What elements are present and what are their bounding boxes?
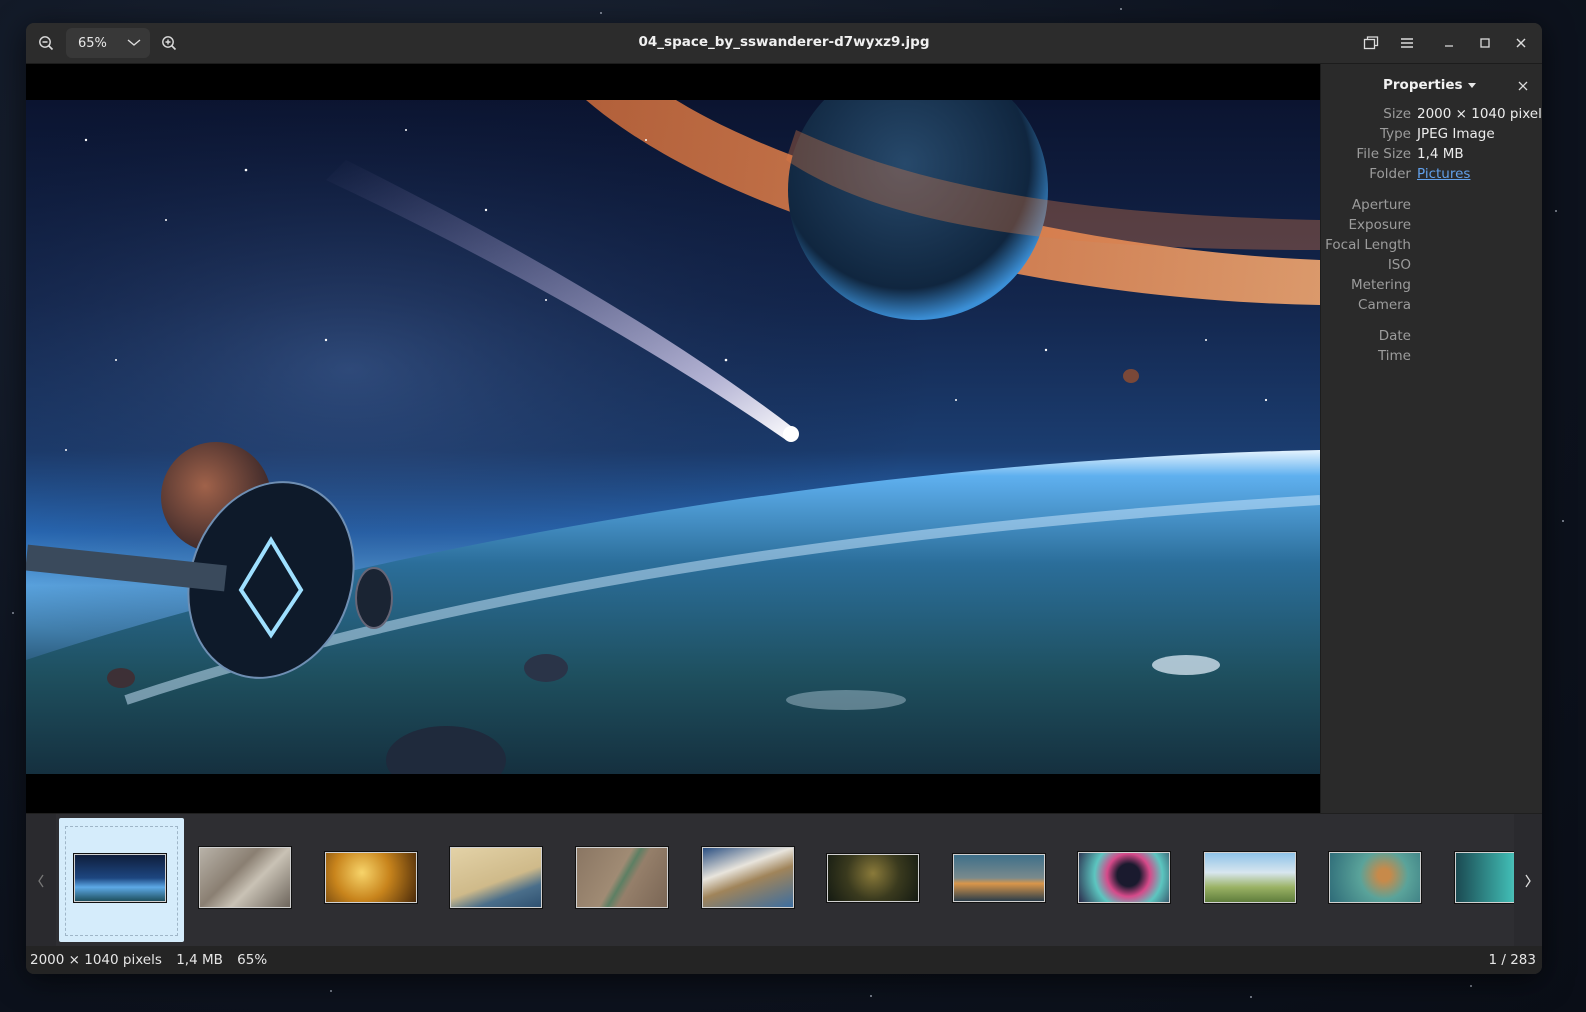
close-icon bbox=[1518, 81, 1528, 91]
minimize-icon bbox=[1445, 45, 1453, 47]
thumbnail-fantasy-meadow[interactable] bbox=[1204, 852, 1296, 903]
properties-title[interactable]: Properties bbox=[1383, 77, 1463, 93]
prop-row-camera: Camera bbox=[1321, 297, 1542, 317]
prop-row-aperture: Aperture bbox=[1321, 197, 1542, 217]
prop-value: 2000 × 1040 pixels bbox=[1417, 106, 1542, 122]
minimize-button[interactable] bbox=[1433, 28, 1465, 58]
zoom-in-button[interactable] bbox=[153, 28, 185, 58]
chevron-left-icon bbox=[38, 874, 44, 887]
thumbnail-dark-creature[interactable] bbox=[827, 854, 919, 902]
thumbnail-space-station[interactable] bbox=[74, 854, 166, 902]
zoom-level-input[interactable] bbox=[66, 35, 118, 51]
zoom-out-button[interactable] bbox=[30, 28, 62, 58]
chevron-down-icon bbox=[127, 39, 141, 46]
gallery-icon bbox=[1363, 36, 1379, 50]
prop-row-type: Type JPEG Image bbox=[1321, 126, 1542, 146]
prop-row-date: Date bbox=[1321, 328, 1542, 348]
prop-value: JPEG Image bbox=[1417, 126, 1495, 142]
prop-key: Camera bbox=[1358, 297, 1411, 313]
thumbnail-snowy-mountains[interactable] bbox=[702, 847, 794, 908]
image-position-counter: 1 / 283 bbox=[1488, 952, 1537, 968]
thumbnail-fire-forest[interactable] bbox=[325, 852, 417, 903]
header-bar: 04_space_by_sswanderer-d7wyxz9.jpg bbox=[26, 23, 1542, 64]
main-menu-button[interactable] bbox=[1391, 28, 1423, 58]
prop-row-metering: Metering bbox=[1321, 277, 1542, 297]
image-canvas[interactable] bbox=[26, 64, 1320, 813]
prop-key: Metering bbox=[1351, 277, 1411, 293]
thumbnail-strip bbox=[26, 813, 1542, 947]
prop-row-exposure: Exposure bbox=[1321, 217, 1542, 237]
thumbnail-sunset-landscape[interactable] bbox=[953, 854, 1045, 902]
prop-key: Exposure bbox=[1348, 217, 1412, 233]
prop-row-size: Size 2000 × 1040 pixels bbox=[1321, 106, 1542, 126]
thumbnail-colorful-planet[interactable] bbox=[1078, 852, 1170, 903]
status-dimensions: 2000 × 1040 pixels bbox=[30, 952, 162, 968]
hamburger-menu-icon bbox=[1401, 38, 1413, 48]
prop-key: Folder bbox=[1369, 166, 1411, 182]
zoom-out-icon bbox=[39, 36, 54, 51]
status-file-size: 1,4 MB bbox=[176, 952, 223, 968]
folder-link[interactable]: Pictures bbox=[1417, 166, 1470, 182]
window-title: 04_space_by_sswanderer-d7wyxz9.jpg bbox=[638, 34, 930, 50]
thumbnail-rocky-terrain[interactable] bbox=[199, 847, 291, 908]
zoom-dropdown-button[interactable] bbox=[122, 28, 146, 58]
close-icon bbox=[1516, 38, 1526, 48]
caret-down-icon[interactable] bbox=[1467, 82, 1477, 89]
gallery-button[interactable] bbox=[1355, 28, 1387, 58]
zoom-in-icon bbox=[162, 36, 177, 51]
prop-row-time: Time bbox=[1321, 348, 1542, 368]
prop-row-folder: Folder Pictures bbox=[1321, 166, 1542, 186]
displayed-image bbox=[26, 100, 1320, 774]
zoom-combo bbox=[66, 28, 150, 58]
maximize-button[interactable] bbox=[1469, 28, 1501, 58]
scroll-left-button[interactable] bbox=[26, 814, 56, 947]
thumbnail-list bbox=[56, 814, 1514, 947]
thumbnail-river-aerial[interactable] bbox=[576, 847, 668, 908]
prop-key: Size bbox=[1383, 106, 1411, 122]
close-properties-button[interactable] bbox=[1511, 74, 1535, 98]
maximize-icon bbox=[1480, 38, 1490, 48]
prop-key: Date bbox=[1378, 328, 1411, 344]
prop-row-focal-length: Focal Length bbox=[1321, 237, 1542, 257]
properties-header: Properties bbox=[1321, 74, 1542, 98]
thumbnail-teal-waterfall[interactable] bbox=[1455, 852, 1514, 903]
prop-row-file-size: File Size 1,4 MB bbox=[1321, 146, 1542, 166]
prop-key: Aperture bbox=[1351, 197, 1411, 213]
prop-key: Time bbox=[1377, 348, 1411, 364]
properties-panel: Properties Size 2000 × 1040 pixels Type … bbox=[1320, 64, 1542, 813]
status-bar: 2000 × 1040 pixels 1,4 MB 65% 1 / 283 bbox=[26, 946, 1542, 974]
prop-key: Type bbox=[1379, 126, 1411, 142]
image-viewer-window: 04_space_by_sswanderer-d7wyxz9.jpg bbox=[26, 23, 1542, 974]
prop-key: ISO bbox=[1387, 257, 1411, 273]
status-zoom: 65% bbox=[237, 952, 268, 968]
prop-key: File Size bbox=[1356, 146, 1411, 162]
prop-row-iso: ISO bbox=[1321, 257, 1542, 277]
prop-key: Focal Length bbox=[1325, 237, 1411, 253]
status-left: 2000 × 1040 pixels 1,4 MB 65% bbox=[30, 952, 277, 968]
chevron-right-icon bbox=[1525, 874, 1531, 887]
prop-value: 1,4 MB bbox=[1417, 146, 1464, 162]
close-window-button[interactable] bbox=[1505, 28, 1537, 58]
thumbnail-floating-ship[interactable] bbox=[1329, 852, 1421, 903]
scroll-right-button[interactable] bbox=[1514, 814, 1542, 947]
thumbnail-desert-aerial[interactable] bbox=[450, 847, 542, 908]
